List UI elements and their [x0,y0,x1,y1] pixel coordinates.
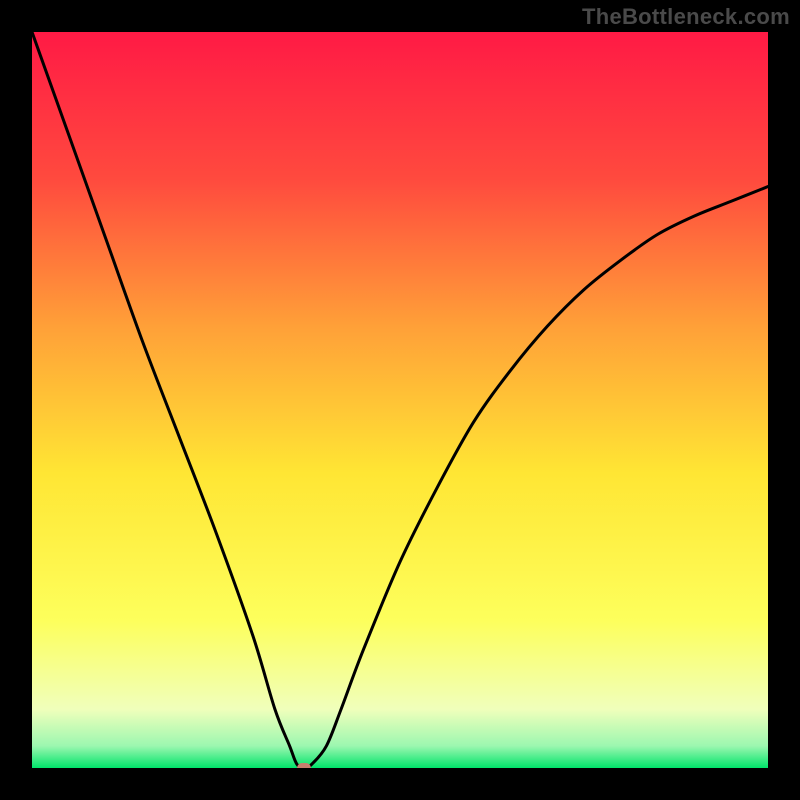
watermark-text: TheBottleneck.com [582,4,790,30]
optimal-point-marker [297,763,311,768]
chart-container: TheBottleneck.com [0,0,800,800]
plot-area [32,32,768,768]
bottleneck-curve [32,32,768,768]
curve-layer [32,32,768,768]
